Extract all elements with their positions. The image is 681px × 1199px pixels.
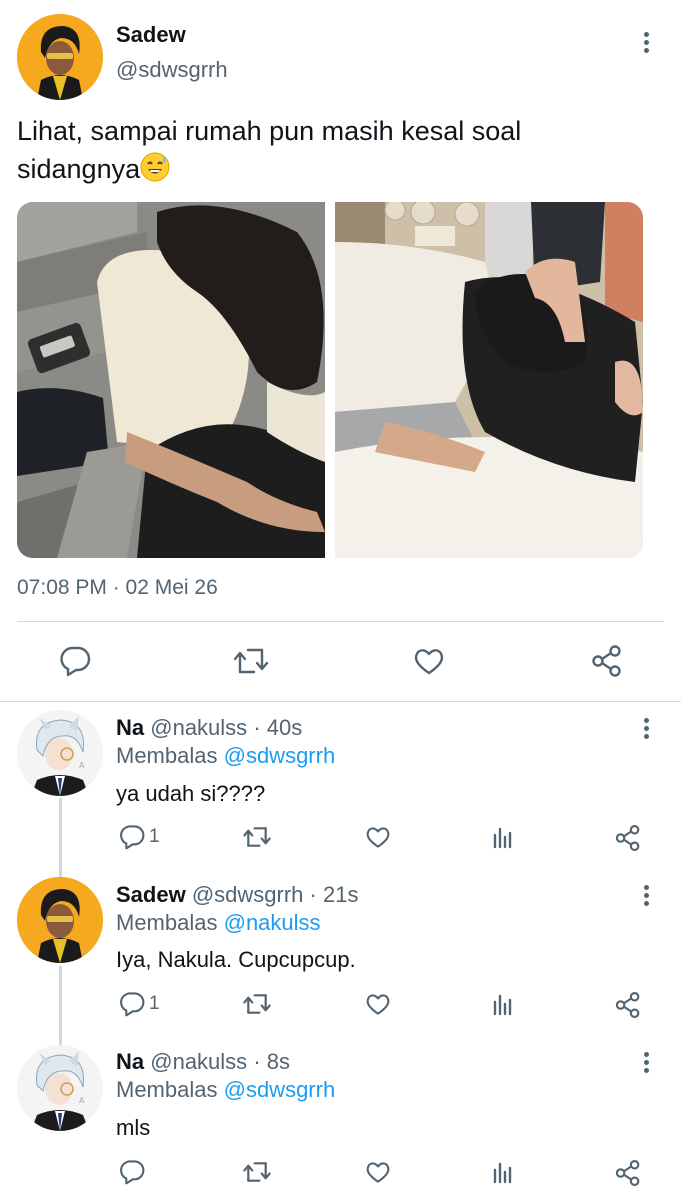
reply-2-like-icon[interactable] [365,992,391,1016]
main-author-avatar[interactable] [17,14,103,100]
reply-1-like-icon[interactable] [365,825,391,849]
reply-3-analytics-icon[interactable] [491,1160,515,1184]
svg-text:A: A [79,761,85,770]
reply-1-mention-link[interactable]: @sdwsgrrh [224,743,336,768]
reply-2-replying-label: Membalas [116,910,218,935]
reply-1-header: Na @nakulss · 40s [116,715,302,741]
reply-2-author-handle[interactable]: @sdwsgrrh [192,882,304,907]
reply-3-retweet-icon[interactable] [242,1160,272,1184]
reply-1-author-handle[interactable]: @nakulss [150,715,247,740]
reply-3-mention-link[interactable]: @sdwsgrrh [224,1077,336,1102]
reply-2-header: Sadew @sdwsgrrh · 21s [116,882,358,908]
retweet-icon[interactable] [232,646,270,676]
reply-1-reply-count: 1 [149,826,160,847]
like-icon[interactable] [413,646,445,676]
svg-text:A: A [79,1096,85,1105]
share-icon[interactable] [590,644,624,678]
reply-1-reply-icon[interactable] [118,824,146,850]
tweet-text: Lihat, sampai rumah pun masih kesal soal… [17,112,637,188]
reply-2-text: Iya, Nakula. Cupcupcup. [116,947,356,972]
reply-2-replying-to: Membalas @nakulss [116,910,321,936]
reply-2-analytics-icon[interactable] [491,992,515,1016]
reply-2-age: · 21s [309,882,359,907]
reply-3-author-name[interactable]: Na [116,1049,144,1074]
tweet-text-body: Lihat, sampai rumah pun masih kesal soal… [17,116,522,184]
sweat-smile-emoji-icon [140,152,170,182]
reply-1-replying-label: Membalas [116,743,218,768]
thread-connector [59,966,62,1046]
reply-3-replying-label: Membalas [116,1077,218,1102]
reply-3-header: Na @nakulss · 8s [116,1049,290,1075]
timestamp-divider [17,621,664,622]
reply-2-author-name[interactable]: Sadew [116,882,186,907]
reply-1-age: · 40s [253,715,303,740]
reply-3-replying-to: Membalas @sdwsgrrh [116,1077,335,1103]
reply-1-avatar[interactable]: A [17,710,103,796]
reply-icon[interactable] [58,645,92,677]
reply-3-age: · 8s [253,1049,290,1074]
tweet-photo-1[interactable] [17,202,325,558]
more-options-icon[interactable] [636,30,656,56]
reply-1-replying-to: Membalas @sdwsgrrh [116,743,335,769]
tweet-timestamp[interactable]: 07:08 PM · 02 Mei 26 [17,576,218,600]
main-tweet-bottom-divider [0,701,681,702]
thread-connector [59,798,62,878]
reply-3-avatar[interactable]: A [17,1045,103,1131]
main-author-name[interactable]: Sadew [116,22,186,48]
reply-1-text: ya udah si???? [116,781,266,806]
reply-2-reply-icon[interactable] [118,991,146,1017]
reply-2-share-icon[interactable] [614,991,642,1019]
reply-1-retweet-icon[interactable] [242,825,272,849]
reply-3-author-handle[interactable]: @nakulss [150,1049,247,1074]
reply-1-author-name[interactable]: Na [116,715,144,740]
reply-3-text: mls [116,1115,151,1140]
reply-2-reply-count: 1 [149,993,160,1014]
reply-2-more-options-icon[interactable] [636,883,656,909]
reply-3-reply-icon[interactable] [118,1159,146,1185]
reply-2-avatar[interactable] [17,877,103,963]
reply-1-analytics-icon[interactable] [491,825,515,849]
reply-1-more-options-icon[interactable] [636,716,656,742]
reply-2-mention-link[interactable]: @nakulss [224,910,321,935]
reply-3-more-options-icon[interactable] [636,1050,656,1076]
reply-3-share-icon[interactable] [614,1159,642,1187]
tweet-photo-2[interactable] [335,202,643,558]
reply-3-like-icon[interactable] [365,1160,391,1184]
main-author-handle[interactable]: @sdwsgrrh [116,57,228,83]
reply-2-retweet-icon[interactable] [242,992,272,1016]
reply-1-share-icon[interactable] [614,824,642,852]
